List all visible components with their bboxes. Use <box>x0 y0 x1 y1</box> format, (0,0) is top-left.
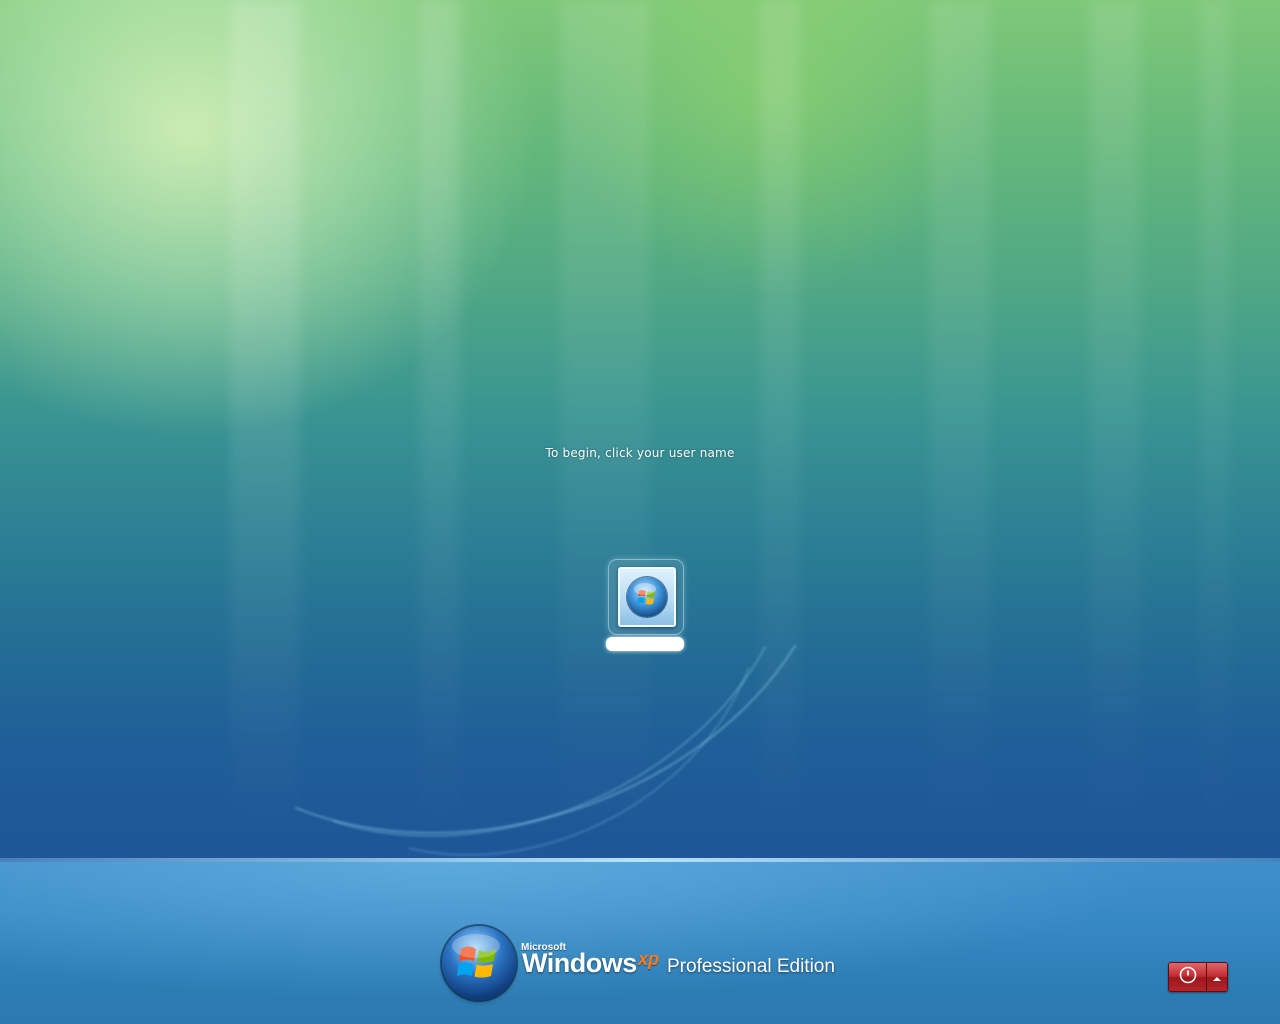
user-picture[interactable] <box>618 567 676 627</box>
shutdown-control[interactable] <box>1168 962 1228 992</box>
xp-wordmark: xp <box>638 949 660 969</box>
windows-flag-orb-icon <box>442 926 516 1000</box>
shutdown-options-button[interactable] <box>1207 963 1227 991</box>
user-account-tile[interactable] <box>606 557 686 655</box>
logon-instruction: To begin, click your user name <box>545 446 735 460</box>
aurora-streak <box>930 0 990 860</box>
user-name-label[interactable] <box>606 637 684 651</box>
logon-screen: To begin, click your user name Microsoft… <box>0 0 1280 1024</box>
power-icon <box>1179 966 1197 988</box>
aurora-streak <box>1200 0 1230 860</box>
windows-orb-icon <box>627 577 667 617</box>
turn-off-button[interactable] <box>1169 963 1207 991</box>
chevron-up-icon <box>1212 968 1222 987</box>
horizon-line <box>0 858 1280 862</box>
windows-wordmark: Windows <box>522 948 637 978</box>
edition-label: Professional Edition <box>667 956 835 977</box>
aurora-streak <box>1090 0 1140 860</box>
windows-branding: Microsoft Windows xp Professional Editio… <box>442 926 842 1004</box>
